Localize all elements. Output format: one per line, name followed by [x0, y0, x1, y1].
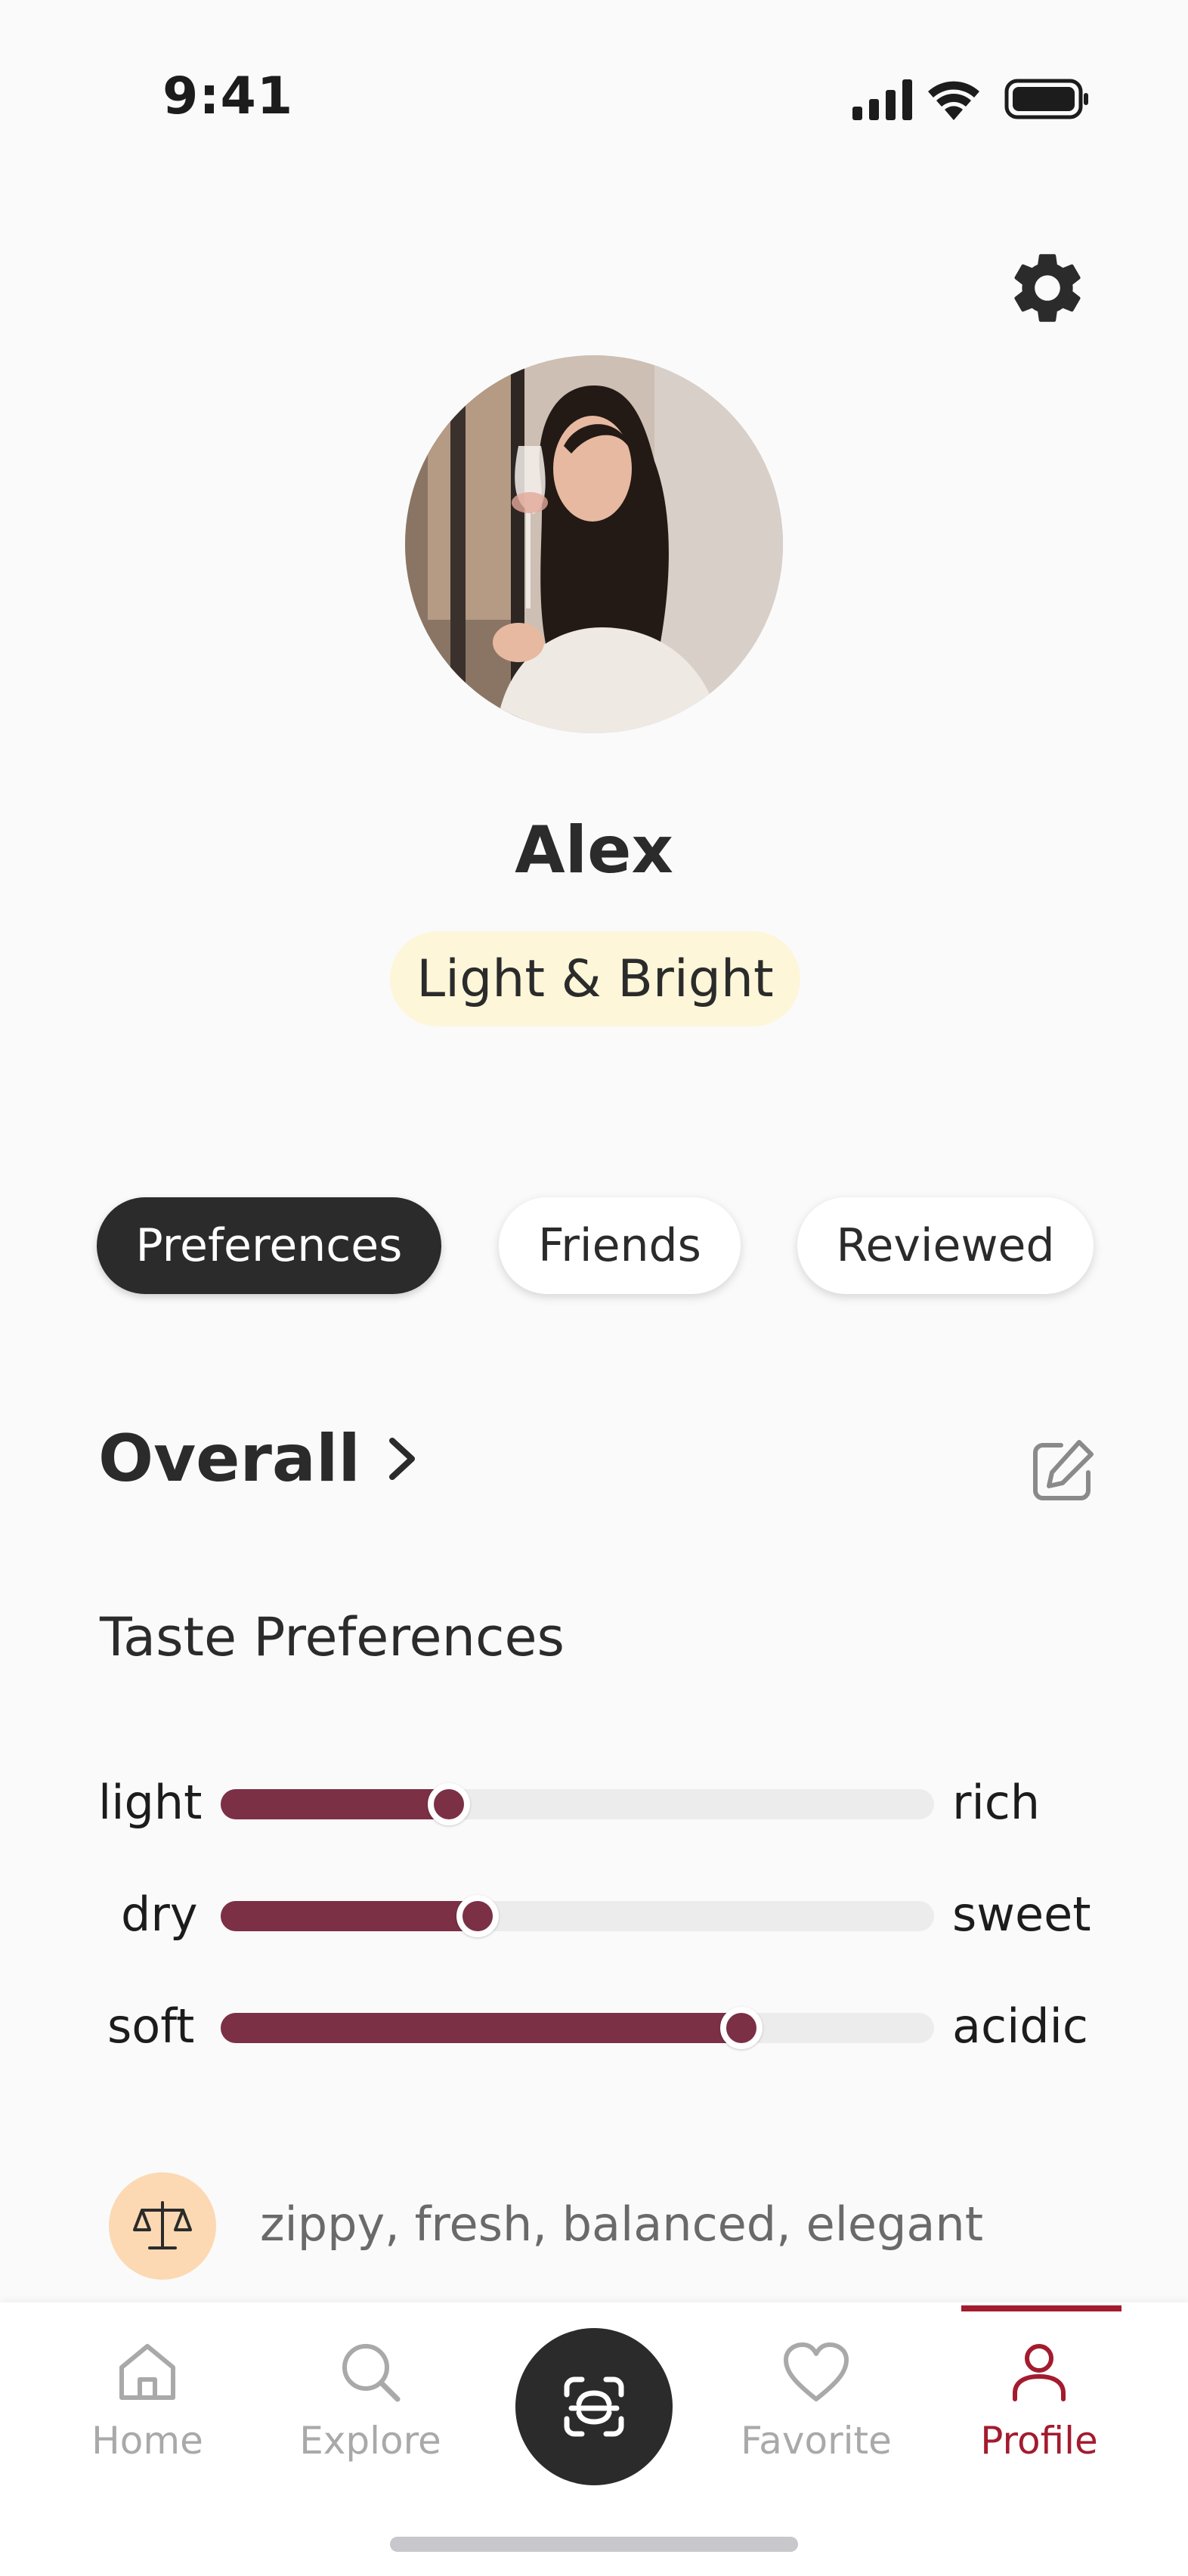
slider-light-rich[interactable]: [221, 1783, 934, 1825]
profile-name: Alex: [515, 813, 673, 888]
home-icon: [119, 2344, 175, 2400]
slider-fill: [221, 1901, 478, 1931]
scan-icon: [564, 2376, 624, 2437]
nav-favorite-label: Favorite: [741, 2419, 892, 2463]
status-time: 9:41: [162, 67, 294, 126]
battery-icon: [1004, 79, 1088, 119]
slider-right-label: acidic: [952, 1999, 1088, 2054]
nav-favorite[interactable]: Favorite: [722, 2336, 911, 2487]
slider-left-label: dry: [121, 1887, 198, 1942]
chevron-right-icon: [388, 1438, 415, 1480]
avatar[interactable]: [405, 355, 783, 733]
status-icons: [852, 79, 1088, 120]
gear-icon[interactable]: [1005, 246, 1090, 330]
nav-active-indicator: [961, 2305, 1121, 2311]
slider-knob[interactable]: [720, 2007, 763, 2049]
profile-photo: [405, 355, 783, 733]
slider-left-label: soft: [107, 1999, 195, 2054]
tab-preferences[interactable]: Preferences: [97, 1197, 441, 1294]
slider-right-label: rich: [952, 1775, 1041, 1830]
nav-profile[interactable]: Profile: [945, 2336, 1134, 2487]
taste-profile-badge: Light & Bright: [390, 931, 800, 1026]
nav-home-label: Home: [91, 2419, 203, 2463]
home-indicator: [390, 2537, 798, 2552]
person-icon: [1013, 2344, 1066, 2401]
overall-link[interactable]: Overall: [98, 1421, 428, 1497]
slider-right-label: sweet: [952, 1887, 1091, 1942]
taste-preferences-title: Taste Preferences: [100, 1606, 565, 1668]
nav-explore-label: Explore: [299, 2419, 441, 2463]
nav-profile-label: Profile: [980, 2419, 1098, 2463]
tab-reviewed[interactable]: Reviewed: [797, 1197, 1094, 1294]
balance-scale-icon: [109, 2172, 216, 2280]
slider-dry-sweet[interactable]: [221, 1895, 934, 1937]
tab-friends[interactable]: Friends: [499, 1197, 741, 1294]
slider-fill: [221, 2013, 741, 2043]
heart-icon: [784, 2342, 849, 2401]
overall-title: Overall: [98, 1421, 360, 1497]
nav-explore[interactable]: Explore: [276, 2336, 465, 2487]
taste-descriptors: zippy, fresh, balanced, elegant: [260, 2197, 984, 2252]
cellular-signal-icon: [852, 79, 912, 120]
nav-home[interactable]: Home: [53, 2336, 242, 2487]
edit-icon[interactable]: [1026, 1435, 1099, 1507]
wifi-icon: [928, 81, 979, 120]
slider-left-label: light: [98, 1775, 203, 1830]
slider-knob[interactable]: [456, 1895, 499, 1937]
search-icon: [342, 2344, 401, 2402]
slider-fill: [221, 1789, 449, 1819]
slider-knob[interactable]: [428, 1783, 470, 1825]
slider-soft-acidic[interactable]: [221, 2007, 934, 2049]
scan-button[interactable]: [515, 2328, 673, 2485]
